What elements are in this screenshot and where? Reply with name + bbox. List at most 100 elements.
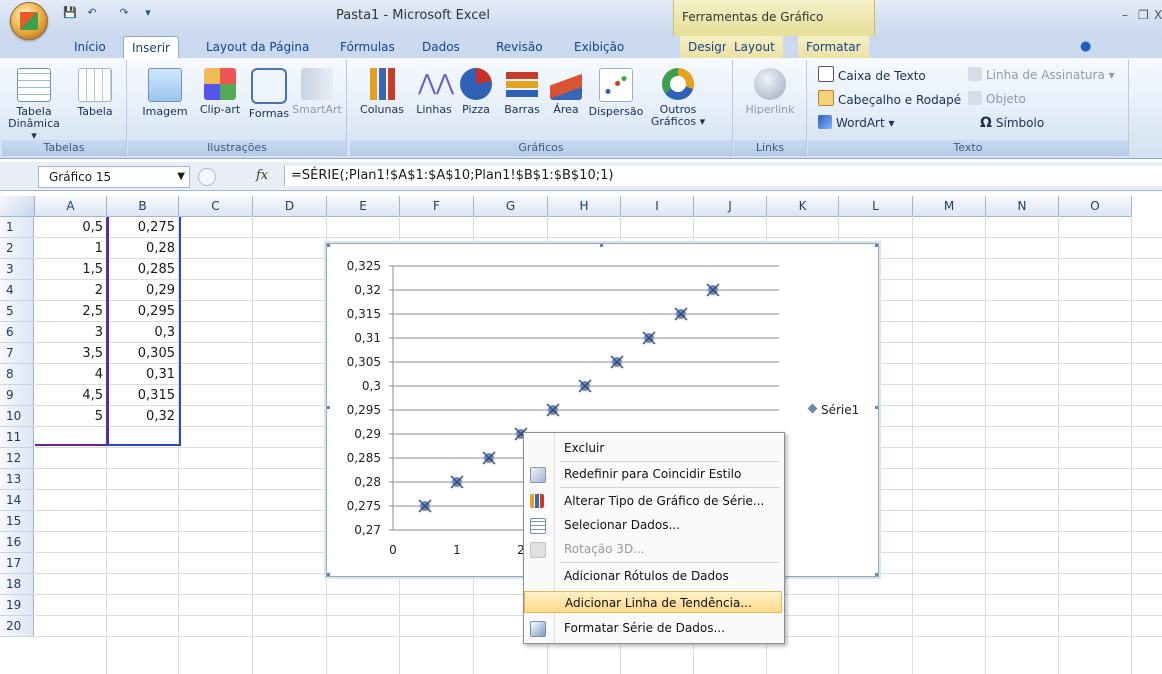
- row-header-1[interactable]: 1: [0, 217, 34, 238]
- column-header-a[interactable]: A: [35, 196, 107, 217]
- row-header-20[interactable]: 20: [0, 616, 34, 637]
- row-header-18[interactable]: 18: [0, 574, 34, 595]
- area-button[interactable]: Área: [546, 68, 586, 116]
- row-header-9[interactable]: 9: [0, 385, 34, 406]
- tab-dados[interactable]: Dados: [414, 36, 468, 58]
- column-header-k[interactable]: K: [767, 196, 839, 217]
- caixa-texto-button[interactable]: Caixa de Texto: [818, 66, 926, 84]
- chart-resize-handle[interactable]: [327, 406, 330, 409]
- column-header-h[interactable]: H: [548, 196, 621, 217]
- menu-item-selecionar-dados[interactable]: Selecionar Dados...: [524, 514, 782, 536]
- menu-item-redefinir-estilo[interactable]: Redefinir para Coincidir Estilo: [524, 463, 782, 485]
- menu-item-adicionar-linha-tendencia[interactable]: Adicionar Linha de Tendência...: [524, 591, 782, 613]
- menu-item-excluir[interactable]: Excluir: [524, 437, 782, 459]
- qat-customize-icon[interactable]: ▾: [140, 5, 156, 21]
- imagem-button[interactable]: Imagem: [140, 68, 190, 118]
- chart-resize-handle[interactable]: [875, 244, 878, 247]
- row-header-3[interactable]: 3: [0, 259, 34, 280]
- tab-revisao[interactable]: Revisão: [488, 36, 551, 58]
- column-header-o[interactable]: O: [1059, 196, 1132, 217]
- column-header-n[interactable]: N: [986, 196, 1059, 217]
- row-header-10[interactable]: 10: [0, 406, 34, 427]
- tab-layout[interactable]: Layout: [726, 36, 783, 58]
- column-header-e[interactable]: E: [327, 196, 400, 217]
- row-header-17[interactable]: 17: [0, 553, 34, 574]
- objeto-button[interactable]: Objeto: [968, 90, 1026, 108]
- tab-formatar[interactable]: Formatar: [798, 36, 869, 58]
- clipart-button[interactable]: Clip-art: [194, 68, 246, 116]
- close-button[interactable]: X: [1154, 8, 1162, 22]
- tabela-dinamica-button[interactable]: Tabela Dinâmica ▾: [8, 68, 60, 142]
- row-header-13[interactable]: 13: [0, 469, 34, 490]
- menu-item-formatar-serie[interactable]: Formatar Série de Dados...: [524, 617, 782, 639]
- menu-item-rotacao-3d[interactable]: Rotação 3D...: [524, 538, 782, 560]
- row-header-8[interactable]: 8: [0, 364, 34, 385]
- undo-icon[interactable]: ↶: [84, 5, 100, 21]
- save-icon[interactable]: 💾: [62, 5, 78, 21]
- chart-resize-handle[interactable]: [327, 244, 330, 247]
- data-point[interactable]: [418, 499, 432, 513]
- pizza-button[interactable]: Pizza: [456, 68, 496, 116]
- row-header-19[interactable]: 19: [0, 595, 34, 616]
- wordart-button[interactable]: WordArt ▾: [818, 114, 895, 132]
- simbolo-button[interactable]: Ω Símbolo: [980, 114, 1044, 132]
- cabecalho-rodape-button[interactable]: Cabeçalho e Rodapé: [818, 90, 961, 108]
- data-point[interactable]: [578, 379, 592, 393]
- chevron-down-icon[interactable]: ▼: [177, 167, 185, 187]
- data-point[interactable]: [450, 475, 464, 489]
- restore-button[interactable]: ❐: [1138, 8, 1149, 22]
- row-header-2[interactable]: 2: [0, 238, 34, 259]
- row-header-4[interactable]: 4: [0, 280, 34, 301]
- column-header-m[interactable]: M: [913, 196, 986, 217]
- tab-inserir[interactable]: Inserir: [123, 36, 179, 60]
- data-point[interactable]: [706, 283, 720, 297]
- redo-icon[interactable]: ↷: [116, 5, 132, 21]
- row-header-12[interactable]: 12: [0, 448, 34, 469]
- office-button[interactable]: [10, 2, 48, 40]
- column-header-b[interactable]: B: [107, 196, 179, 217]
- menu-item-adicionar-rotulos[interactable]: Adicionar Rótulos de Dados: [524, 565, 782, 587]
- select-all-corner[interactable]: [0, 196, 35, 217]
- help-icon[interactable]: ●: [1080, 39, 1091, 54]
- outros-graficos-button[interactable]: Outros Gráficos ▾: [650, 68, 706, 128]
- data-point[interactable]: [610, 355, 624, 369]
- column-header-d[interactable]: D: [253, 196, 327, 217]
- column-header-j[interactable]: J: [694, 196, 767, 217]
- tab-exibicao[interactable]: Exibição: [566, 36, 632, 58]
- tab-layout-pagina[interactable]: Layout da Página: [198, 36, 317, 58]
- name-box[interactable]: Gráfico 15 ▼: [38, 166, 190, 188]
- tabela-button[interactable]: Tabela: [70, 68, 120, 118]
- barras-button[interactable]: Barras: [500, 68, 544, 116]
- data-point[interactable]: [642, 331, 656, 345]
- chart-resize-handle[interactable]: [327, 573, 330, 576]
- linhas-button[interactable]: ⋀⋀ Linhas: [412, 68, 456, 116]
- cancel-entry-icon[interactable]: [198, 168, 216, 186]
- row-header-16[interactable]: 16: [0, 532, 34, 553]
- legend-label[interactable]: Série1: [821, 403, 859, 417]
- chart-resize-handle[interactable]: [875, 573, 878, 576]
- chart-resize-handle[interactable]: [875, 406, 878, 409]
- tab-inicio[interactable]: Início: [66, 36, 114, 58]
- formula-input[interactable]: =SÉRIE(;Plan1!$A$1:$A$10;Plan1!$B$1:$B$1…: [284, 166, 1162, 186]
- colunas-button[interactable]: Colunas: [356, 68, 408, 116]
- data-point[interactable]: [674, 307, 688, 321]
- dispersao-button[interactable]: Dispersão: [588, 68, 644, 118]
- column-header-f[interactable]: F: [400, 196, 474, 217]
- minimize-button[interactable]: –: [1122, 8, 1128, 22]
- column-header-g[interactable]: G: [474, 196, 548, 217]
- data-point[interactable]: [482, 451, 496, 465]
- linha-assinatura-button[interactable]: Linha de Assinatura ▾: [968, 66, 1115, 84]
- row-header-6[interactable]: 6: [0, 322, 34, 343]
- column-header-l[interactable]: L: [839, 196, 913, 217]
- row-header-14[interactable]: 14: [0, 490, 34, 511]
- column-header-i[interactable]: I: [621, 196, 694, 217]
- tab-formulas[interactable]: Fórmulas: [332, 36, 403, 58]
- column-header-c[interactable]: C: [179, 196, 253, 217]
- row-header-7[interactable]: 7: [0, 343, 34, 364]
- row-header-11[interactable]: 11: [0, 427, 34, 448]
- data-point[interactable]: [546, 403, 560, 417]
- fx-icon[interactable]: fx: [256, 168, 268, 183]
- menu-item-alterar-tipo[interactable]: Alterar Tipo de Gráfico de Série...: [524, 490, 782, 512]
- row-header-5[interactable]: 5: [0, 301, 34, 322]
- formas-button[interactable]: Formas: [244, 68, 294, 120]
